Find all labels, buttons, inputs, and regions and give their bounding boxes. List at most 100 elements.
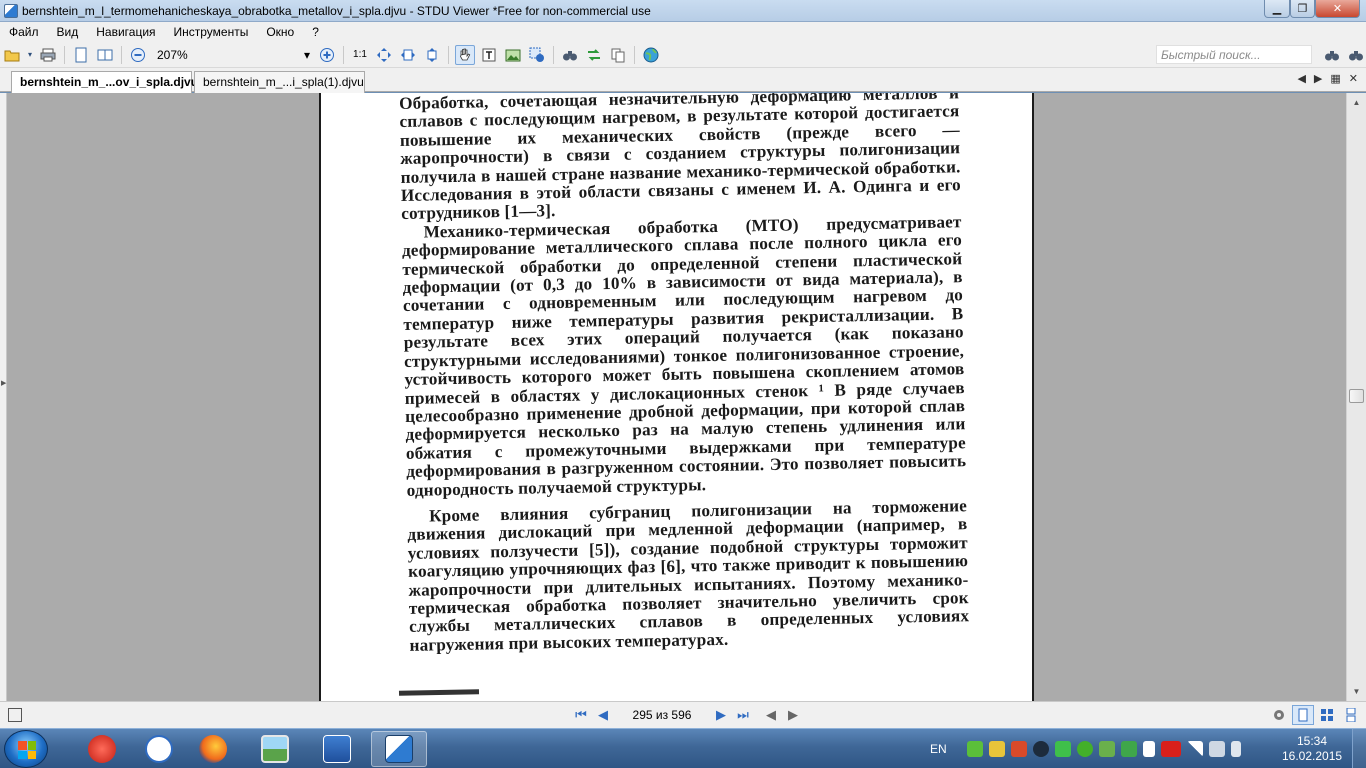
- last-page-button[interactable]: ⏭: [732, 705, 754, 725]
- flag-icon[interactable]: [1142, 741, 1155, 757]
- fit-page-button[interactable]: [374, 45, 394, 65]
- tray-app-icon[interactable]: [1120, 741, 1137, 757]
- snapshot-button[interactable]: [527, 45, 547, 65]
- document-view[interactable]: Обработка, сочетающая незначительную деф…: [7, 93, 1346, 701]
- minimize-button[interactable]: ▁: [1264, 0, 1290, 18]
- gear-icon: [1274, 710, 1284, 720]
- hand-icon: [460, 48, 471, 60]
- sync-button[interactable]: [584, 45, 604, 65]
- tab-document-1[interactable]: bernshtein_m_...ov_i_spla.djvu: [11, 71, 198, 93]
- image-select-button[interactable]: [503, 45, 523, 65]
- search-actions: [1320, 45, 1366, 65]
- sync-icon[interactable]: [1076, 741, 1093, 757]
- taskbar-image-viewer[interactable]: [247, 731, 303, 767]
- taskbar-app-1[interactable]: [74, 731, 130, 767]
- taskbar-stdu-viewer[interactable]: [371, 731, 427, 767]
- single-page-view-button[interactable]: [1292, 705, 1314, 725]
- tray-app-icon[interactable]: [1098, 741, 1115, 757]
- text-select-button[interactable]: [479, 45, 499, 65]
- network-green-icon[interactable]: [966, 741, 983, 757]
- taskbar-word[interactable]: [309, 731, 365, 767]
- app-k-icon: [145, 735, 173, 763]
- quick-search-input[interactable]: Быстрый поиск...: [1156, 45, 1312, 64]
- prev-page-button[interactable]: ◀: [592, 705, 614, 725]
- footnote-rule: [398, 689, 480, 696]
- open-dropdown-button[interactable]: ▾: [26, 45, 34, 65]
- first-page-button[interactable]: ⏮: [570, 705, 592, 725]
- panel-toggle-icon[interactable]: [8, 708, 22, 722]
- maximize-icon: ❐: [1297, 3, 1308, 15]
- single-page-button[interactable]: [71, 45, 91, 65]
- scroll-up-button[interactable]: ▲: [1347, 94, 1366, 111]
- status-bar: ⏮ ◀ 295 из 596 ▶ ⏭ ◀ ▶: [0, 701, 1366, 728]
- zoom-select[interactable]: 207% ▾: [150, 46, 315, 64]
- tab-document-2[interactable]: bernshtein_m_...i_spla(1).djvu: [194, 71, 365, 93]
- tray-app-icon[interactable]: [988, 741, 1005, 757]
- menu-help[interactable]: ?: [303, 25, 328, 39]
- copy-button[interactable]: [608, 45, 628, 65]
- document-tabs: bernshtein_m_...ov_i_spla.djvu bernshtei…: [0, 68, 1366, 93]
- page-indicator[interactable]: 295 из 596: [614, 708, 710, 722]
- chevron-up-icon: ▲: [1352, 98, 1361, 107]
- menu-view[interactable]: Вид: [48, 25, 88, 39]
- fit-height-button[interactable]: [422, 45, 442, 65]
- binoculars-icon: [1349, 51, 1363, 61]
- hand-tool-button[interactable]: [455, 44, 475, 65]
- close-button[interactable]: ✕: [1315, 0, 1360, 18]
- search-next-button[interactable]: [1346, 45, 1366, 65]
- next-page-button[interactable]: ▶: [710, 705, 732, 725]
- tab-list-icon[interactable]: ▦: [1330, 72, 1340, 85]
- network-signal-icon[interactable]: [1186, 741, 1203, 757]
- find-button[interactable]: [560, 45, 580, 65]
- scroll-down-button[interactable]: ▼: [1347, 683, 1366, 700]
- language-indicator[interactable]: EN: [930, 742, 947, 756]
- facing-pages-button[interactable]: [95, 45, 115, 65]
- search-prev-button[interactable]: [1322, 45, 1342, 65]
- menu-file[interactable]: Файл: [0, 25, 48, 39]
- zoom-out-button[interactable]: [128, 45, 148, 65]
- toolbar-separator: [634, 45, 635, 64]
- tray-app-icon[interactable]: [1054, 741, 1071, 757]
- tab-prev-icon[interactable]: ◀: [1297, 72, 1305, 85]
- menu-navigation[interactable]: Навигация: [87, 25, 164, 39]
- close-icon: ✕: [1332, 3, 1343, 15]
- zoom-in-icon: [320, 47, 334, 62]
- tab-next-icon[interactable]: ▶: [1314, 72, 1322, 85]
- forward-button[interactable]: ▶: [782, 705, 804, 725]
- open-folder-button[interactable]: [2, 45, 22, 65]
- print-button[interactable]: [38, 45, 58, 65]
- taskbar-firefox[interactable]: [185, 731, 241, 767]
- picture-icon: [261, 735, 289, 763]
- taskbar: EN 15:34 16.02.2015: [0, 728, 1366, 768]
- document-page: Обработка, сочетающая незначительную деф…: [319, 93, 1034, 701]
- taskbar-app-2[interactable]: [131, 731, 187, 767]
- toolbar-separator: [448, 45, 449, 64]
- battery-icon[interactable]: [1230, 741, 1241, 757]
- menu-tools[interactable]: Инструменты: [165, 25, 258, 39]
- show-desktop-button[interactable]: [1352, 729, 1366, 768]
- settings-button[interactable]: [1268, 705, 1290, 725]
- vertical-scrollbar[interactable]: ▲ ▼: [1346, 93, 1366, 701]
- chevron-down-icon: ▾: [303, 47, 310, 62]
- maximize-button[interactable]: ❐: [1290, 0, 1315, 18]
- clock[interactable]: 15:34 16.02.2015: [1282, 734, 1342, 764]
- menu-window[interactable]: Окно: [257, 25, 303, 39]
- ati-icon[interactable]: [1160, 741, 1181, 757]
- tab-close-icon[interactable]: ✕: [1349, 72, 1358, 85]
- binoculars-icon: [563, 50, 577, 60]
- grid-view-button[interactable]: [1316, 705, 1338, 725]
- back-button[interactable]: ◀: [760, 705, 782, 725]
- volume-muted-icon[interactable]: [1208, 741, 1225, 757]
- zoom-in-button[interactable]: [317, 45, 337, 65]
- chevron-right-icon: ▶: [1, 380, 7, 387]
- start-button[interactable]: [4, 730, 48, 768]
- actual-size-button[interactable]: 1:1: [350, 45, 370, 65]
- fit-width-button[interactable]: [398, 45, 418, 65]
- tray-app-icon[interactable]: [1010, 741, 1027, 757]
- steam-icon[interactable]: [1032, 741, 1049, 757]
- continuous-view-button[interactable]: [1340, 705, 1362, 725]
- scrollbar-thumb[interactable]: [1349, 389, 1364, 403]
- web-button[interactable]: [641, 45, 661, 65]
- zoom-value: 207%: [157, 47, 188, 62]
- side-panel-toggle[interactable]: ▶: [0, 93, 7, 701]
